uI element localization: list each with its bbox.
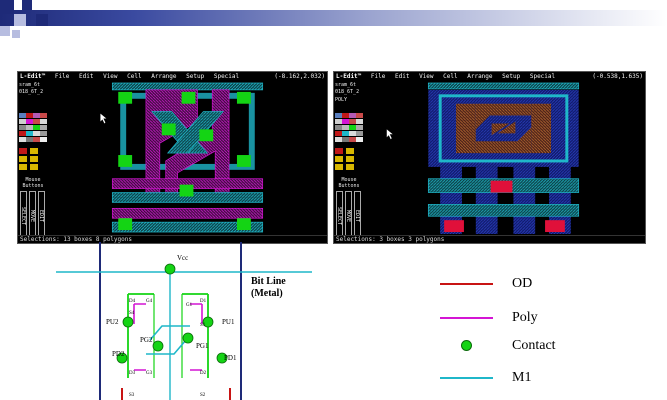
node-g3: G3 bbox=[146, 371, 153, 376]
label-pd1: PD1 bbox=[224, 354, 237, 362]
label-pd2: PD2 bbox=[112, 350, 125, 358]
menu-cell[interactable]: Cell bbox=[127, 73, 141, 80]
node-d3: D3 bbox=[129, 371, 136, 376]
ledit-window-right[interactable]: L-Edit™ File Edit View Cell Arrange Setu… bbox=[333, 71, 646, 244]
vcc-label: Vcc bbox=[177, 254, 188, 262]
legend-label-contact: Contact bbox=[512, 338, 556, 353]
menu-cell[interactable]: Cell bbox=[443, 73, 457, 80]
bit-line-title: Bit Line bbox=[251, 276, 286, 287]
sram-layout-drawing bbox=[100, 82, 264, 233]
current-layer: POLY bbox=[335, 97, 348, 103]
mouse-button-move[interactable]: MOVE bbox=[345, 191, 352, 241]
status-bar: Selections: 3 boxes 3 polygons bbox=[334, 235, 645, 243]
header-gradient-band bbox=[0, 10, 667, 26]
menu-view[interactable]: View bbox=[103, 73, 117, 80]
menu-setup[interactable]: Setup bbox=[502, 73, 520, 80]
node-d1: D1 bbox=[200, 299, 207, 304]
header-square bbox=[0, 26, 10, 36]
layer-palette[interactable] bbox=[335, 113, 363, 145]
menu-special[interactable]: Special bbox=[530, 73, 555, 80]
legend-label-m1: M1 bbox=[512, 370, 532, 385]
legend-item-contact: Contact bbox=[438, 336, 638, 356]
layer-palette[interactable] bbox=[19, 113, 47, 145]
label-pu2: PU2 bbox=[106, 318, 119, 326]
sram-6t-schematic: Vcc PU2 PU1 PG2 PG1 PD2 PD1 D4 G4 S4 D1 … bbox=[56, 242, 312, 400]
app-title: L-Edit™ bbox=[20, 73, 46, 80]
od-line-swatch bbox=[440, 283, 493, 285]
menu-setup[interactable]: Setup bbox=[186, 73, 204, 80]
node-g1: G1 bbox=[186, 303, 193, 308]
cursor-coordinates: (-0.538,1.635) bbox=[592, 73, 643, 80]
poly-line-swatch bbox=[440, 317, 493, 319]
node-s4: S4 bbox=[129, 311, 135, 316]
label-pu1: PU1 bbox=[222, 318, 235, 326]
legend-item-od: OD bbox=[438, 274, 638, 294]
mouse-button-move[interactable]: MOVE bbox=[29, 191, 36, 241]
node-s2: S2 bbox=[200, 393, 206, 398]
slide: L-Edit™ File Edit View Cell Arrange Setu… bbox=[0, 0, 667, 400]
node-d2: D2 bbox=[200, 371, 207, 376]
ledit-window-left[interactable]: L-Edit™ File Edit View Cell Arrange Setu… bbox=[17, 71, 328, 244]
menu-view[interactable]: View bbox=[419, 73, 433, 80]
menu-edit[interactable]: Edit bbox=[395, 73, 409, 80]
mouse-button-edit[interactable]: EDIT bbox=[38, 191, 45, 241]
drawing-tools[interactable] bbox=[19, 148, 47, 172]
mouse-button-select[interactable]: SELECT bbox=[336, 191, 343, 241]
legend-label-poly: Poly bbox=[512, 310, 538, 325]
drawing-tools[interactable] bbox=[335, 148, 363, 172]
mouse-buttons-label: Mouse Buttons bbox=[22, 177, 44, 189]
cell-name: 018_6T_2 bbox=[19, 89, 44, 95]
label-pg1: PG1 bbox=[196, 342, 209, 350]
layer-sidebar: sram_6t 018_6T_2 POLY Mouse Buttons SELE… bbox=[334, 81, 364, 241]
node-d4: D4 bbox=[129, 299, 136, 304]
poly-layer-drawing bbox=[386, 82, 580, 234]
legend: OD Poly Contact M1 bbox=[438, 270, 638, 400]
bit-line-label: Bit Line (Metal) bbox=[251, 276, 286, 300]
cell-name: 018_6T_2 bbox=[335, 89, 360, 95]
menu-arrange[interactable]: Arrange bbox=[467, 73, 492, 80]
menu-arrange[interactable]: Arrange bbox=[151, 73, 176, 80]
label-pg2: PG2 bbox=[140, 336, 153, 344]
layout-canvas[interactable] bbox=[49, 82, 326, 234]
bit-line-subtitle: (Metal) bbox=[251, 288, 283, 299]
vcc-contact bbox=[164, 263, 176, 275]
legend-item-poly: Poly bbox=[438, 308, 638, 328]
node-g4: G4 bbox=[146, 299, 153, 304]
node-s1: S1 bbox=[200, 323, 206, 328]
legend-item-m1: M1 bbox=[438, 368, 638, 388]
mouse-button-edit[interactable]: EDIT bbox=[354, 191, 361, 241]
contact-dot-swatch bbox=[461, 340, 472, 351]
header-square bbox=[0, 0, 14, 14]
header-square bbox=[12, 30, 20, 38]
cursor-coordinates: (-8.162,2.032) bbox=[274, 73, 325, 80]
layer-sidebar: sram_6t 018_6T_2 Mouse Buttons SELECT MO… bbox=[18, 81, 48, 241]
layout-canvas[interactable] bbox=[365, 82, 644, 234]
menu-file[interactable]: File bbox=[55, 73, 69, 80]
mouse-buttons-label: Mouse Buttons bbox=[338, 177, 360, 189]
menu-special[interactable]: Special bbox=[214, 73, 239, 80]
node-s3: S3 bbox=[129, 393, 135, 398]
file-name: sram_6t bbox=[19, 82, 41, 88]
mouse-button-select[interactable]: SELECT bbox=[20, 191, 27, 241]
legend-label-od: OD bbox=[512, 276, 533, 291]
app-title: L-Edit™ bbox=[336, 73, 362, 80]
menu-bar: L-Edit™ File Edit View Cell Arrange Setu… bbox=[18, 72, 327, 81]
header-square bbox=[22, 0, 32, 10]
menu-bar: L-Edit™ File Edit View Cell Arrange Setu… bbox=[334, 72, 645, 81]
menu-file[interactable]: File bbox=[371, 73, 385, 80]
header-square bbox=[36, 14, 48, 26]
menu-edit[interactable]: Edit bbox=[79, 73, 93, 80]
file-name: sram_6t bbox=[335, 82, 357, 88]
m1-line-swatch bbox=[440, 377, 493, 379]
header-square bbox=[14, 14, 26, 26]
